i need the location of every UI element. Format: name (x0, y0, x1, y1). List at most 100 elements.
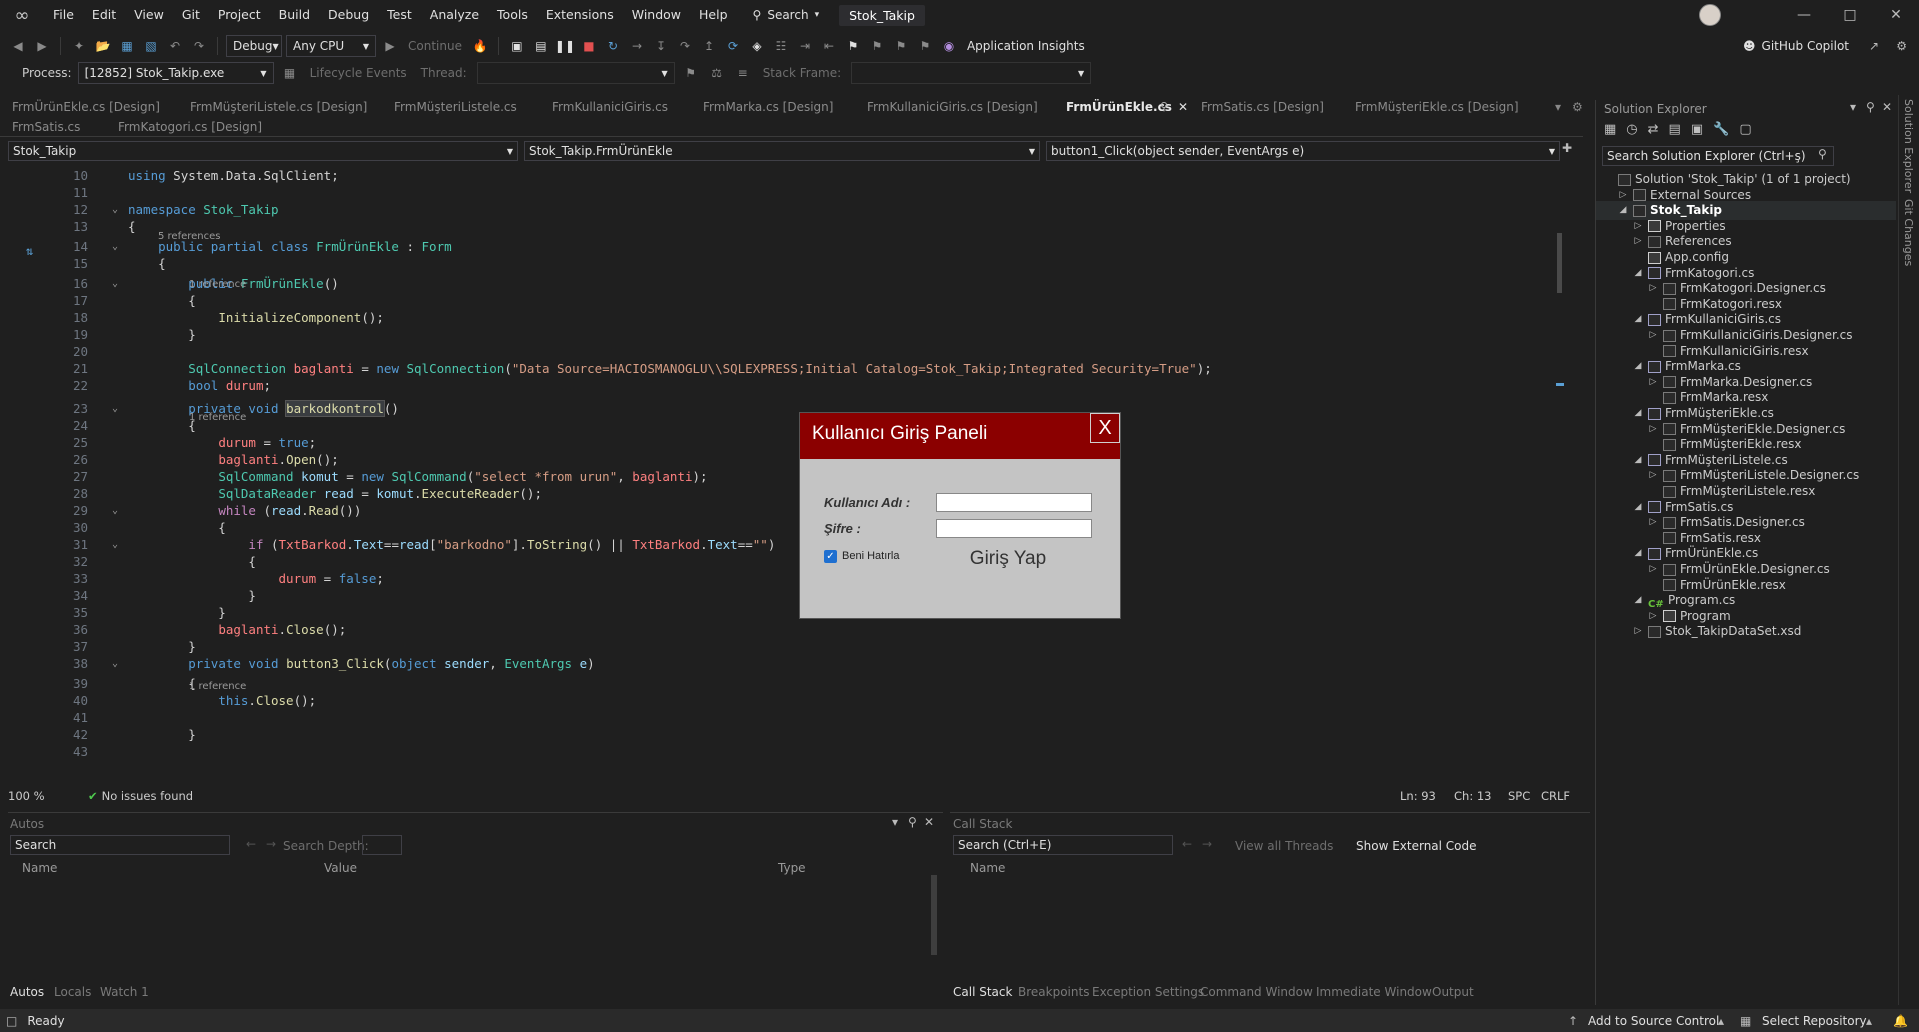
autos-col-type[interactable]: Type (778, 861, 806, 875)
lifecycle-events-button[interactable]: Lifecycle Events (306, 66, 411, 80)
password-input[interactable] (936, 519, 1092, 538)
expanded-arrow-icon[interactable]: ◢ (1632, 451, 1644, 470)
notifications-icon[interactable]: 🔔 (1893, 1014, 1908, 1028)
forward-icon[interactable]: → (1202, 837, 1212, 851)
fold-toggle-icon[interactable]: ⌄ (112, 201, 118, 218)
fold-toggle-icon[interactable]: ⌄ (112, 502, 118, 519)
bookmark-clear-icon[interactable]: ⚑ (915, 36, 935, 56)
tab-frm-musteri-listele-design[interactable]: FrmMüşteriListele.cs [Design] (186, 97, 371, 117)
tab-frm-marka-design[interactable]: FrmMarka.cs [Design] (699, 97, 837, 117)
tab-locals[interactable]: Locals (54, 985, 91, 999)
fold-toggle-icon[interactable]: ⌄ (112, 275, 118, 292)
bookmark-prev-icon[interactable]: ⚑ (867, 36, 887, 56)
code-lens-barkod[interactable]: 1 reference (189, 412, 246, 424)
fold-toggle-icon[interactable]: ⌄ (112, 536, 118, 553)
menu-item[interactable]: Help (690, 0, 737, 30)
avatar[interactable] (1699, 4, 1721, 26)
close-icon[interactable]: ✕ (1882, 100, 1892, 114)
code-lens-class[interactable]: 5 references (158, 231, 221, 243)
thread-select[interactable]: ▼ (476, 62, 675, 84)
undo-icon[interactable]: ↶ (165, 36, 185, 56)
fold-toggle-icon[interactable]: ⌄ (112, 400, 118, 417)
expanded-arrow-icon[interactable]: ◢ (1632, 404, 1644, 423)
menu-item[interactable]: File (44, 0, 83, 30)
class-nav-select[interactable]: Stok_Takip.FrmÜrünEkle ▼ (524, 141, 1040, 161)
open-folder-icon[interactable]: 📂 (93, 36, 113, 56)
tab-call-stack[interactable]: Call Stack (953, 985, 1012, 999)
save-all-icon[interactable]: ▧ (141, 36, 161, 56)
step-over-icon[interactable]: ↷ (675, 36, 695, 56)
search-button[interactable]: ⚲ Search ▾ (745, 8, 828, 22)
flag-icon[interactable]: ⚑ (681, 63, 701, 83)
filter-icon[interactable]: ⚖ (707, 63, 727, 83)
expanded-arrow-icon[interactable]: ◢ (1632, 264, 1644, 283)
forward-icon[interactable]: ▶ (32, 36, 52, 56)
whitespace-mode[interactable]: SPC (1508, 789, 1530, 803)
properties-wrench-icon[interactable]: 🔧 (1713, 122, 1729, 137)
add-to-source-control-button[interactable]: Add to Source Control (1588, 1014, 1719, 1028)
share-icon[interactable]: ↗ (1869, 39, 1879, 53)
back-icon[interactable]: ← (1182, 837, 1192, 851)
show-all-files-icon[interactable]: ▣ (1691, 122, 1703, 137)
tab-watch-1[interactable]: Watch 1 (100, 985, 149, 999)
save-icon[interactable]: ▦ (117, 36, 137, 56)
expanded-arrow-icon[interactable]: ◢ (1632, 498, 1644, 517)
settings-icon[interactable]: ⚙ (1896, 39, 1907, 53)
menu-item[interactable]: Git (173, 0, 209, 30)
tab-immediate-window[interactable]: Immediate Window (1316, 985, 1432, 999)
step-out-icon[interactable]: ↥ (699, 36, 719, 56)
platform-select[interactable]: Any CPU ▼ (286, 35, 376, 57)
stop-icon[interactable]: ■ (579, 36, 599, 56)
collapse-all-icon[interactable]: ▤ (1669, 122, 1681, 137)
username-input[interactable] (936, 493, 1092, 512)
bookmark-next-icon[interactable]: ⚑ (891, 36, 911, 56)
diagnostic-icon[interactable]: ⟳ (723, 36, 743, 56)
application-insights-button[interactable]: Application Insights (963, 39, 1089, 53)
member-nav-select[interactable]: button1_Click(object sender, EventArgs e… (1046, 141, 1560, 161)
code-lens-ctor[interactable]: 1 reference (189, 279, 246, 291)
minimize-icon[interactable]: — (1781, 7, 1827, 23)
hot-reload-icon[interactable]: 🔥 (470, 36, 490, 56)
pin-icon[interactable]: ⚲ (1866, 100, 1875, 114)
tab-frm-musteri-ekle-design[interactable]: FrmMüşteriEkle.cs [Design] (1351, 97, 1523, 117)
solution-search-input[interactable]: Search Solution Explorer (Ctrl+ş) (1602, 146, 1834, 166)
menu-item[interactable]: Debug (319, 0, 378, 30)
project-nav-select[interactable]: Stok_Takip ▼ (8, 141, 518, 161)
view-all-threads-button[interactable]: View all Threads (1235, 839, 1333, 853)
issues-status[interactable]: No issues found (102, 789, 193, 803)
tab-frm-kullanici-giris-design[interactable]: FrmKullaniciGiris.cs [Design] (863, 97, 1042, 117)
step-into-icon[interactable]: ↧ (651, 36, 671, 56)
process-select[interactable]: [12852] Stok_Takip.exe ▼ (77, 62, 274, 84)
tab-frm-katogori-design[interactable]: FrmKatogori.cs [Design] (114, 117, 266, 137)
menu-item[interactable]: View (125, 0, 173, 30)
call-stack-col-name[interactable]: Name (970, 861, 1005, 875)
history-icon[interactable]: ◷ (1626, 122, 1637, 137)
tab-breakpoints[interactable]: Breakpoints (1018, 985, 1089, 999)
line-number[interactable]: Ln: 93 (1400, 789, 1436, 803)
code-lens-button3[interactable]: 1 reference (189, 681, 246, 693)
tab-overflow-icon[interactable]: ▾ (1555, 97, 1561, 117)
tree-item[interactable]: ▷ Stok_TakipDataSet.xsd (1632, 622, 1802, 641)
tab-frm-urun-ekle-design[interactable]: FrmÜrünEkle.cs [Design] (8, 97, 164, 117)
outdent-icon[interactable]: ⇤ (819, 36, 839, 56)
remember-me-checkbox[interactable]: ✓ (824, 550, 837, 563)
tab-command-window[interactable]: Command Window (1200, 985, 1313, 999)
collapsed-arrow-icon[interactable]: ▷ (1632, 622, 1644, 641)
column-number[interactable]: Ch: 13 (1454, 789, 1491, 803)
restart-icon[interactable]: ↻ (603, 36, 623, 56)
search-depth-select[interactable] (362, 835, 402, 855)
panel-menu-icon[interactable]: ▾ (1850, 100, 1856, 114)
camera-icon[interactable]: ▣ (507, 36, 527, 56)
login-button[interactable]: Giriş Yap (958, 545, 1058, 573)
tab-exception-settings[interactable]: Exception Settings (1092, 985, 1204, 999)
pin-icon[interactable]: ⚲ (1160, 97, 1168, 117)
scrollbar-thumb[interactable] (1557, 233, 1562, 293)
forward-icon[interactable]: → (266, 837, 276, 851)
menu-item[interactable]: Test (378, 0, 421, 30)
tab-output[interactable]: Output (1432, 985, 1474, 999)
expanded-arrow-icon[interactable]: ◢ (1632, 544, 1644, 563)
call-stack-search-input[interactable]: Search (Ctrl+E) (953, 835, 1173, 855)
configuration-select[interactable]: Debug ▼ (226, 35, 282, 57)
menu-item[interactable]: Tools (488, 0, 537, 30)
continue-button[interactable]: Continue (404, 39, 466, 53)
